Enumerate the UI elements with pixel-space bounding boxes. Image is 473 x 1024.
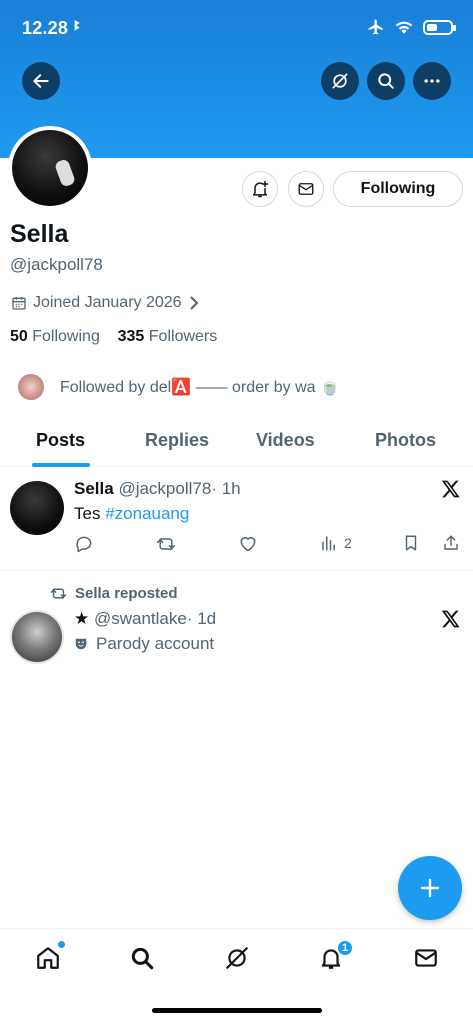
home-icon [37,947,59,969]
joined-text: Joined January 2026 [33,294,182,311]
plus-icon [420,878,440,898]
divider [0,570,473,571]
like-button[interactable] [238,534,258,554]
parody-label: Parody account [74,634,214,654]
share-icon [444,535,458,550]
retweet-icon [50,588,67,599]
views-button[interactable]: 2 [320,534,352,552]
bookmark-icon [405,535,417,551]
mask-icon [75,638,87,650]
repost-label[interactable]: Sella reposted [75,585,178,602]
retweet-button[interactable] [156,534,176,554]
bookmark-button[interactable] [402,534,420,552]
tab-photos[interactable]: Photos [375,430,436,451]
profile-handle: @jackpoll78 [10,255,103,274]
tab-indicator [32,463,90,467]
home-dot [58,941,65,948]
views-count: 2 [344,535,352,551]
followers-link[interactable]: 335 Followers [118,328,218,345]
wifi-icon [395,21,413,34]
post-author-star: ★ [74,609,90,628]
chevron-right-icon [189,296,198,310]
nav-home[interactable] [33,941,65,973]
post-avatar[interactable] [10,610,64,664]
more-button[interactable] [413,62,451,100]
follow-counts: 50 Following 335 Followers [10,328,217,346]
repost-indicator: Sella reposted [50,585,178,602]
nav-search[interactable] [127,943,157,973]
followed-by-avatar [16,372,46,402]
post-actions: 2 [74,534,464,556]
notification-badge: 1 [336,939,354,957]
followers-count: 335 [117,328,145,345]
search-icon [131,947,154,970]
grok-button[interactable] [321,62,359,100]
following-link[interactable]: 50 Following [10,328,100,345]
views-icon [322,536,335,551]
battery-icon [423,19,456,35]
tab-posts[interactable]: Posts [36,430,85,451]
followed-by-text: Followed by del🅰️ —— order by wa 🍵 [60,379,340,396]
grok-icon [226,947,248,969]
status-time: 12.28 [22,18,69,38]
post-author-handle[interactable]: @jackpoll78 [118,479,211,498]
post-time: · 1d [186,609,217,628]
reply-icon [76,536,92,553]
post-body: Tes [74,504,106,523]
envelope-icon [415,949,437,967]
notify-button[interactable] [242,171,278,207]
tab-replies[interactable]: Replies [145,430,209,451]
back-button[interactable] [22,62,60,100]
search-icon [378,73,394,89]
followers-label: Followers [148,328,218,345]
airplane-icon [368,19,383,35]
bell-plus-icon [253,180,269,198]
post-header: ★ @swantlake· 1d [74,609,216,629]
post-text: Tes #zonauang [74,504,189,524]
post-hashtag[interactable]: #zonauang [105,504,189,523]
post-author-name[interactable]: Sella [74,479,114,498]
post-header: Sella @jackpoll78· 1h [74,479,241,499]
home-indicator [152,1008,322,1013]
following-button[interactable]: Following [333,171,463,207]
heart-icon [240,537,256,552]
post-author-handle[interactable]: @swantlake [94,609,187,628]
retweet-icon [156,538,176,550]
joined-date[interactable]: Joined January 2026 [11,294,200,312]
following-count: 50 [10,328,28,345]
following-label: Following [32,328,100,345]
nav-grok[interactable] [222,943,252,973]
calendar-icon [12,297,26,310]
mail-icon [298,183,314,195]
x-logo-icon [441,480,460,498]
post-avatar[interactable] [10,481,64,535]
nav-messages[interactable] [411,943,441,973]
profile-name: Sella [10,220,69,248]
profile-avatar[interactable] [8,126,92,210]
post-time: · 1h [211,479,241,498]
reply-button[interactable] [74,534,94,554]
share-button[interactable] [442,534,460,552]
followed-by[interactable]: Followed by del🅰️ —— order by wa 🍵 [16,372,340,402]
more-icon [424,79,440,83]
status-extra: ꔪ [74,18,81,33]
arrow-left-icon [33,74,49,88]
x-logo-icon [441,610,460,628]
parody-text: Parody account [96,634,215,653]
nav-notifications[interactable]: 1 [316,939,354,973]
status-bar: 12.28 ꔪ [0,0,473,56]
compose-button[interactable] [398,856,462,920]
grok-icon [332,73,348,89]
tab-videos[interactable]: Videos [256,430,315,451]
profile-tabs: Posts Replies Videos Photos [0,418,473,467]
message-button[interactable] [288,171,324,207]
search-button[interactable] [367,62,405,100]
